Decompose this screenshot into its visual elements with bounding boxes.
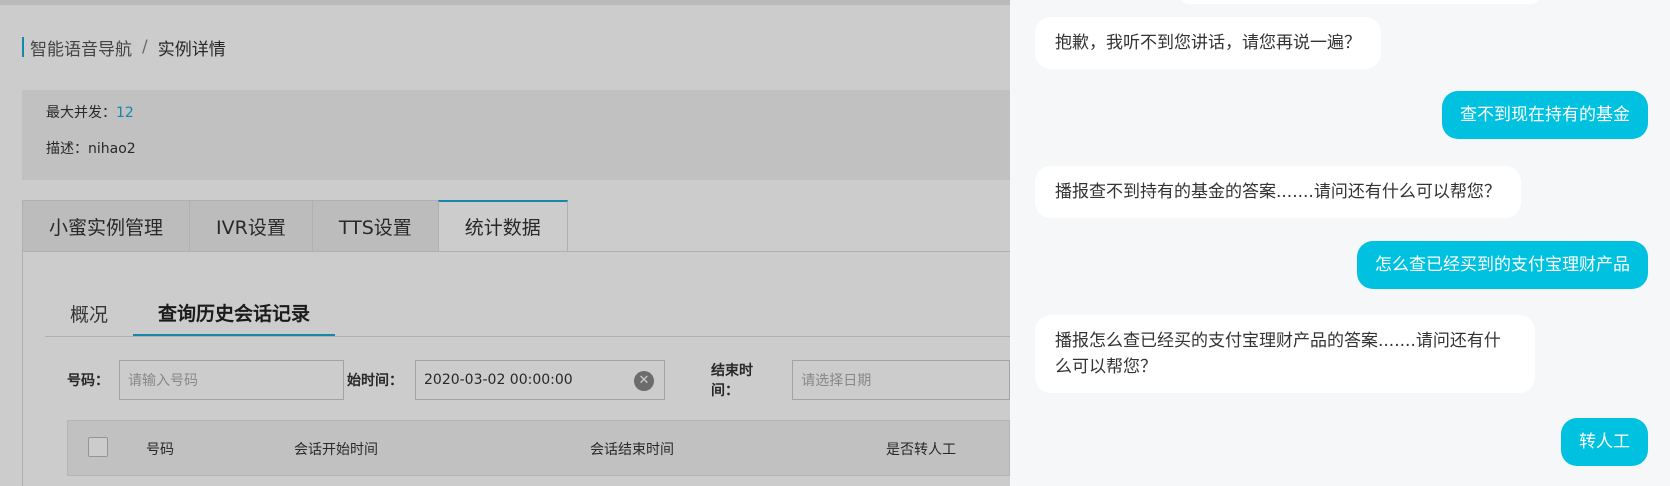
user-message: 查不到现在持有的基金 — [1442, 91, 1648, 139]
bot-message: 播报查不到持有的基金的答案.......请问还有什么可以帮您？ — [1035, 166, 1521, 218]
user-message: 怎么查已经买到的支付宝理财产品 — [1357, 241, 1648, 289]
chat-drawer: 抱歉，我听不到您讲话，请您再说一遍？ 查不到现在持有的基金 播报查不到持有的基金… — [1010, 0, 1670, 486]
bot-message: 播报怎么查已经买的支付宝理财产品的答案.......请问还有什么可以帮您？ — [1035, 315, 1535, 393]
bot-message: 抱歉，我听不到您讲话，请您再说一遍？ — [1035, 17, 1381, 69]
user-message: 转人工 — [1561, 418, 1648, 466]
previous-message-bubble — [1180, 0, 1540, 4]
instance-detail-page: 智能语音导航 / 实例详情 最大并发：12 描述：nihao2 小蜜实例管理 I… — [0, 0, 1010, 486]
modal-overlay[interactable] — [0, 0, 1010, 486]
